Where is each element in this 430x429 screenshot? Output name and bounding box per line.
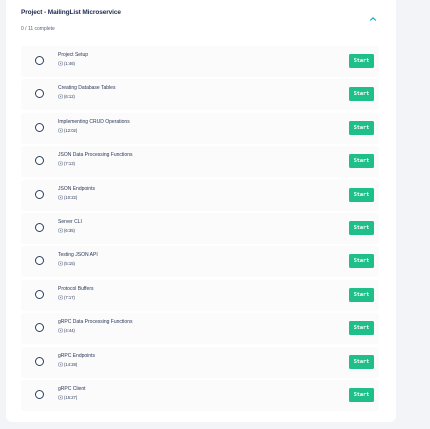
start-button[interactable]: Start [349, 154, 374, 169]
lesson-duration: (6:35) [64, 227, 75, 233]
completion-checkbox[interactable] [35, 156, 44, 166]
lesson-row: Testing JSON API (5:15) Start [21, 246, 379, 278]
lesson-title: JSON Data Processing Functions [58, 152, 133, 159]
start-button[interactable]: Start [349, 87, 374, 102]
lesson-row: Project Setup (1:46) Start [21, 46, 379, 77]
lesson-row: JSON Endpoints (10:22) Start [21, 179, 379, 211]
completion-checkbox[interactable] [35, 389, 44, 399]
lesson-meta: (4:44) [58, 328, 75, 333]
video-icon [58, 362, 63, 366]
video-icon [58, 295, 63, 300]
video-icon [58, 128, 63, 133]
lesson-row: Implementing CRUD Operations (12:02) Sta… [21, 112, 379, 144]
lesson-title: Project Setup [58, 52, 89, 58]
lesson-meta: (6:35) [58, 228, 75, 233]
lesson-title: Server CLI [58, 218, 82, 225]
start-button[interactable]: Start [349, 120, 374, 135]
completion-checkbox[interactable] [35, 289, 44, 299]
lesson-title: gRPC Endpoints [58, 352, 95, 359]
completion-checkbox[interactable] [35, 323, 44, 333]
start-button[interactable]: Start [349, 187, 374, 202]
lesson-title: gRPC Client [58, 385, 86, 392]
lesson-duration: (14:28) [64, 361, 78, 367]
start-button[interactable]: Start [349, 321, 374, 336]
lesson-title: Creating Database Tables [58, 85, 116, 92]
start-button[interactable]: Start [349, 254, 374, 269]
lesson-row: gRPC Endpoints (14:28) Start [21, 346, 379, 378]
lesson-duration: (10:22) [64, 194, 78, 200]
start-button[interactable]: Start [349, 54, 374, 68]
start-button[interactable]: Start [349, 354, 374, 369]
lesson-meta: (6:12) [58, 94, 75, 99]
lesson-row: Protocol Buffers (7:17) Start [21, 279, 379, 311]
video-icon [58, 61, 63, 66]
lesson-meta: (1:46) [58, 61, 75, 66]
lesson-duration: (4:44) [64, 328, 75, 334]
section-progress: 0 / 11 complete [21, 26, 55, 32]
video-icon [58, 161, 63, 166]
lesson-meta: (5:15) [58, 261, 75, 266]
lesson-row: gRPC Data Processing Functions (4:44) St… [21, 313, 379, 345]
section-title: Project - MailingList Microservice [21, 9, 121, 16]
lesson-meta: (14:28) [58, 362, 77, 367]
lesson-row: Creating Database Tables (6:12) Start [21, 79, 379, 111]
lesson-meta: (7:13) [58, 161, 75, 166]
start-button[interactable]: Start [349, 387, 374, 402]
start-button[interactable]: Start [349, 220, 374, 235]
completion-checkbox[interactable] [35, 222, 44, 232]
course-section-panel: Project - MailingList Microservice 0 / 1… [6, 0, 396, 422]
lesson-duration: (5:15) [64, 261, 75, 267]
lesson-title: Implementing CRUD Operations [58, 118, 130, 125]
completion-checkbox[interactable] [35, 189, 44, 199]
completion-checkbox[interactable] [35, 89, 44, 99]
completion-checkbox[interactable] [35, 122, 44, 132]
lesson-title: JSON Endpoints [58, 185, 95, 192]
lesson-meta: (10:22) [58, 195, 77, 200]
lesson-row: Server CLI (6:35) Start [21, 212, 379, 244]
section-header[interactable]: Project - MailingList Microservice 0 / 1… [6, 0, 396, 44]
lesson-duration: (7:13) [64, 161, 75, 167]
completion-checkbox[interactable] [35, 56, 44, 65]
lesson-duration: (15:27) [64, 394, 78, 400]
lesson-list: Project Setup (1:46) Start Creating Data… [21, 46, 379, 413]
lesson-duration: (12:02) [64, 127, 78, 133]
lesson-duration: (6:12) [64, 94, 75, 100]
video-icon [58, 328, 63, 333]
lesson-meta: (7:17) [58, 295, 75, 300]
completion-checkbox[interactable] [35, 356, 44, 366]
video-icon [58, 95, 63, 99]
lesson-meta: (12:02) [58, 128, 77, 133]
video-icon [58, 261, 63, 266]
lesson-meta: (15:27) [58, 395, 77, 400]
lesson-title: gRPC Data Processing Functions [58, 319, 133, 326]
lesson-row: JSON Data Processing Functions (7:13) St… [21, 146, 379, 178]
start-button[interactable]: Start [349, 287, 374, 302]
video-icon [58, 395, 63, 400]
completion-checkbox[interactable] [35, 256, 44, 266]
video-icon [58, 228, 63, 233]
video-icon [58, 195, 63, 199]
lesson-duration: (7:17) [64, 294, 75, 300]
lesson-title: Testing JSON API [58, 252, 98, 259]
lesson-title: Protocol Buffers [58, 285, 94, 292]
lesson-row: gRPC Client (15:27) Start [21, 379, 379, 411]
lesson-duration: (1:46) [64, 61, 75, 66]
chevron-up-icon[interactable] [368, 14, 378, 24]
